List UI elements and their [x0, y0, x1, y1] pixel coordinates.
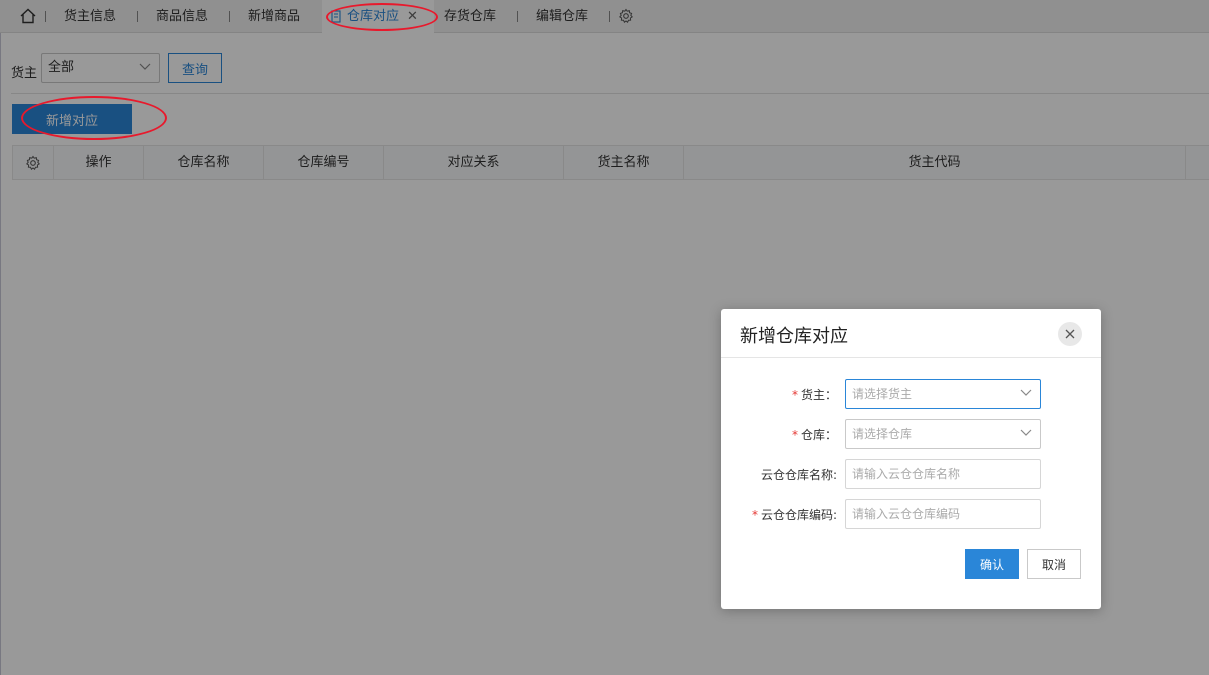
cloud-warehouse-code-label: * 云仓仓库编码:	[751, 508, 837, 522]
warehouse-field-label: * 仓库：	[791, 428, 837, 442]
owner-select-placeholder: 请选择货主	[852, 387, 913, 401]
owner-field-label: * 货主：	[791, 388, 837, 402]
close-icon	[1065, 329, 1075, 339]
warehouse-select[interactable]: 请选择仓库	[845, 419, 1041, 449]
confirm-button[interactable]: 确认	[965, 549, 1019, 579]
dialog-divider	[721, 357, 1101, 358]
required-mark: *	[791, 388, 798, 402]
dialog-close-button[interactable]	[1058, 322, 1082, 346]
chevron-down-icon	[1020, 389, 1032, 396]
add-mapping-dialog: 新增仓库对应 *货主： 请选择货主 *仓库： 请选择仓库 云仓仓库名称: *云仓…	[721, 309, 1101, 609]
owner-select[interactable]: 请选择货主	[845, 379, 1041, 409]
chevron-down-icon	[1020, 429, 1032, 436]
warehouse-select-placeholder: 请选择仓库	[852, 427, 913, 441]
required-mark: *	[791, 428, 798, 442]
cloud-warehouse-name-label: 云仓仓库名称:	[760, 468, 837, 482]
cloud-warehouse-name-input[interactable]	[845, 459, 1041, 489]
cancel-button[interactable]: 取消	[1027, 549, 1081, 579]
required-mark: *	[751, 508, 758, 522]
cloud-warehouse-code-input[interactable]	[845, 499, 1041, 529]
dialog-title: 新增仓库对应	[740, 326, 848, 347]
